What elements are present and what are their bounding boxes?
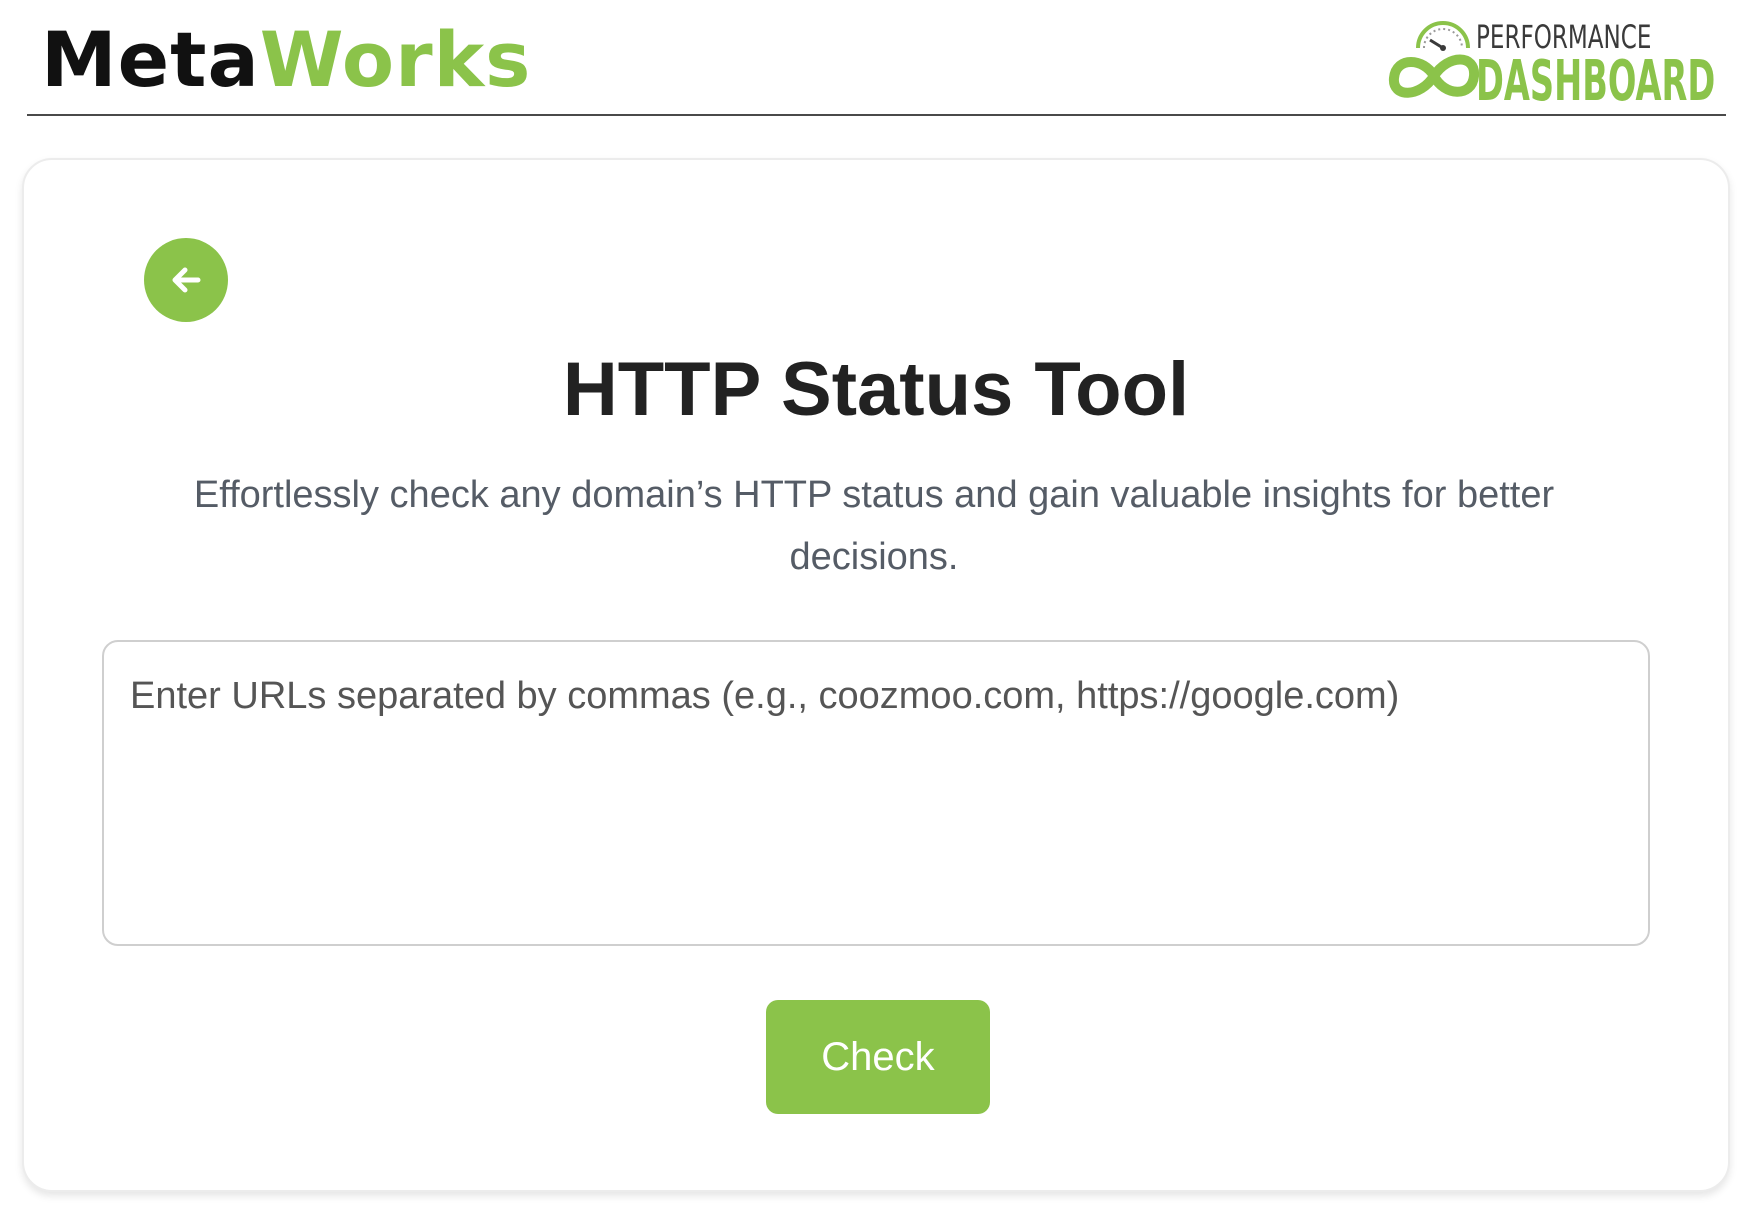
check-button[interactable]: Check (766, 1000, 990, 1114)
site-header: MetaWorks PERFORMANCE DASHBOARD (27, 0, 1726, 116)
arrow-left-icon (172, 267, 201, 293)
page-subtitle: Effortlessly check any domain’s HTTP sta… (193, 474, 1555, 578)
brand-part-works: Works (259, 15, 532, 104)
url-input[interactable] (102, 640, 1650, 946)
http-status-card: HTTP Status Tool Effortlessly check any … (22, 158, 1730, 1192)
back-button[interactable] (144, 238, 228, 322)
page-title: HTTP Status Tool (562, 347, 1190, 432)
brand-part-meta: Meta (41, 15, 260, 104)
infinity-icon (1389, 54, 1479, 98)
performance-dashboard-logo[interactable]: PERFORMANCE DASHBOARD (1386, 14, 1726, 114)
dashboard-text: DASHBOARD (1476, 49, 1716, 114)
metaworks-logo[interactable]: MetaWorks (41, 12, 531, 108)
